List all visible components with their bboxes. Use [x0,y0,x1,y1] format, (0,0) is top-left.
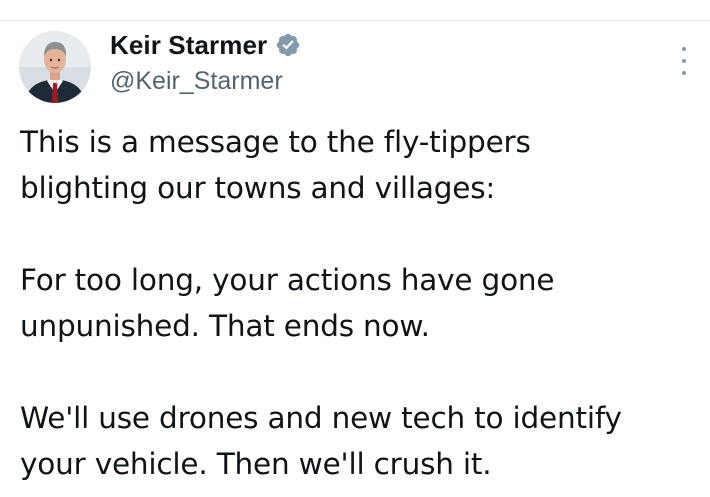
tweet-card[interactable]: Keir Starmer @Keir_Starmer This is a mes… [0,21,710,497]
avatar[interactable] [19,31,91,103]
author-handle[interactable]: @Keir_Starmer [110,67,301,96]
tweet-paragraph: This is a message to the fly-tippers bli… [20,125,531,205]
verified-badge-icon [275,32,301,58]
tweet-paragraph: We'll use drones and new tech to identif… [20,401,622,481]
tweet-paragraph: For too long, your actions have gone unp… [20,263,555,343]
author-display-name[interactable]: Keir Starmer [110,30,267,61]
author-block[interactable]: Keir Starmer @Keir_Starmer [110,27,301,96]
more-options-icon[interactable] [672,47,696,75]
avatar-photo [19,31,91,103]
name-row: Keir Starmer [110,27,301,63]
tweet-text: This is a message to the fly-tippers bli… [20,119,700,487]
